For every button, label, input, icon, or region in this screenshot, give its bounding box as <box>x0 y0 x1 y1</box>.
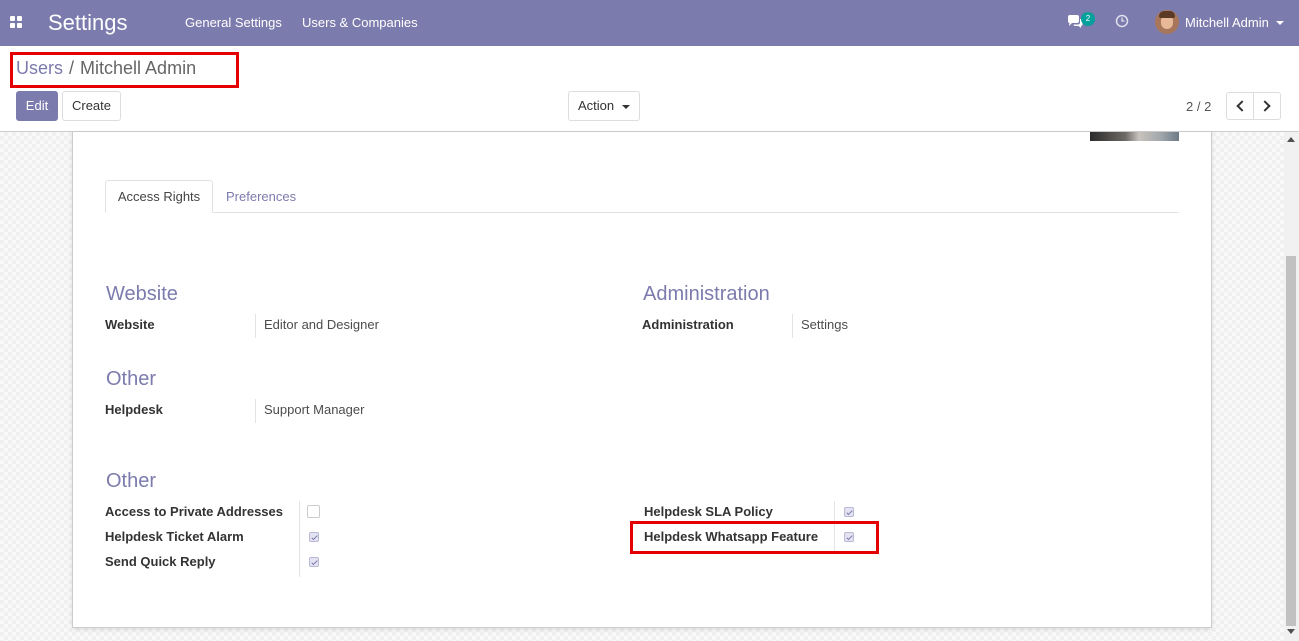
chevron-left-icon <box>1236 100 1248 112</box>
scrollbar[interactable] <box>1284 132 1299 641</box>
tab-preferences[interactable]: Preferences <box>226 189 296 204</box>
menu-general-settings[interactable]: General Settings <box>185 15 282 30</box>
edit-button[interactable]: Edit <box>16 91 58 121</box>
field-divider <box>299 501 300 577</box>
field-label-ticket-alarm: Helpdesk Ticket Alarm <box>105 529 244 544</box>
group-title-administration: Administration <box>643 283 770 305</box>
field-divider <box>255 314 256 338</box>
chat-badge: 2 <box>1081 12 1095 26</box>
menu-users-companies[interactable]: Users & Companies <box>302 15 418 30</box>
create-button[interactable]: Create <box>62 91 121 121</box>
field-divider <box>255 399 256 423</box>
chevron-down-icon <box>622 105 630 109</box>
scroll-down-arrow-icon[interactable] <box>1287 629 1295 634</box>
field-label-quick-reply: Send Quick Reply <box>105 554 216 569</box>
field-value-website[interactable]: Editor and Designer <box>264 317 379 332</box>
field-divider <box>792 314 793 338</box>
field-label-website: Website <box>105 317 155 332</box>
action-dropdown[interactable]: Action <box>568 91 640 121</box>
highlight-box-whatsapp <box>630 521 879 554</box>
tab-divider <box>105 212 1179 213</box>
action-label: Action <box>578 98 615 113</box>
field-label-private-addresses: Access to Private Addresses <box>105 504 284 519</box>
checkbox-quick-reply[interactable] <box>309 557 319 567</box>
app-title[interactable]: Settings <box>48 10 128 36</box>
highlight-box-breadcrumb <box>10 52 239 88</box>
field-value-helpdesk[interactable]: Support Manager <box>264 402 364 417</box>
top-navbar: Settings General Settings Users & Compan… <box>0 0 1299 46</box>
field-value-administration[interactable]: Settings <box>801 317 848 332</box>
field-label-sla-policy: Helpdesk SLA Policy <box>644 504 773 519</box>
user-menu-name[interactable]: Mitchell Admin <box>1185 15 1269 30</box>
field-label-helpdesk: Helpdesk <box>105 402 163 417</box>
tab-access-rights[interactable]: Access Rights <box>105 180 213 213</box>
field-label-administration: Administration <box>642 317 734 332</box>
scroll-up-arrow-icon[interactable] <box>1287 137 1295 142</box>
pager-next-button[interactable] <box>1253 92 1281 120</box>
pager-value[interactable]: 2 / 2 <box>1186 99 1211 114</box>
user-menu-caret-icon[interactable] <box>1276 21 1284 25</box>
group-title-website: Website <box>106 283 178 305</box>
checkbox-sla-policy[interactable] <box>844 507 854 517</box>
group-title-other-2: Other <box>106 470 157 492</box>
group-title-other: Other <box>106 368 157 390</box>
checkbox-private-addresses[interactable] <box>307 505 320 518</box>
pager-previous-button[interactable] <box>1226 92 1254 120</box>
chevron-right-icon <box>1259 100 1271 112</box>
user-avatar[interactable] <box>1155 10 1179 34</box>
checkbox-ticket-alarm[interactable] <box>309 532 319 542</box>
clock-icon[interactable] <box>1115 14 1129 31</box>
user-photo[interactable] <box>1090 132 1179 141</box>
apps-grid-icon[interactable] <box>10 16 22 28</box>
scrollbar-thumb[interactable] <box>1286 256 1296 626</box>
